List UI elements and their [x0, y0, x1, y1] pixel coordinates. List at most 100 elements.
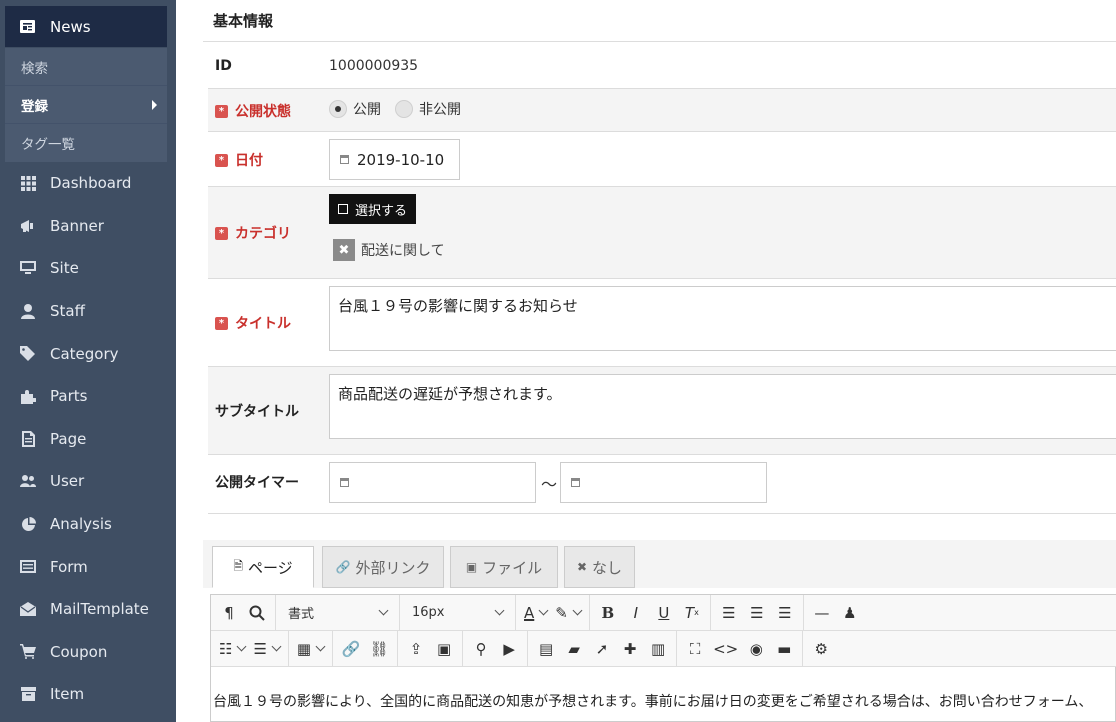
- align-center-icon[interactable]: ☰: [743, 599, 771, 627]
- date-input[interactable]: 2019-10-10: [329, 139, 460, 180]
- toolbar-group: 16px: [400, 594, 516, 631]
- highlight-color-icon[interactable]: ✎: [551, 599, 585, 627]
- category-label-text: カテゴリ: [235, 226, 291, 242]
- code-icon[interactable]: <>: [709, 635, 742, 663]
- nav-label: MailTemplate: [50, 600, 149, 619]
- nav-item-analysis[interactable]: Analysis: [0, 503, 176, 546]
- book-icon[interactable]: ▰: [560, 635, 588, 663]
- nav-label: Item: [50, 685, 85, 704]
- nav-label: User: [50, 472, 85, 491]
- format-label: 書式: [288, 607, 315, 622]
- nav-label: Page: [50, 429, 87, 448]
- subnav-tag-list[interactable]: タグ一覧: [5, 124, 167, 162]
- nav-item-staff[interactable]: Staff: [0, 290, 176, 333]
- nav-item-banner[interactable]: Banner: [0, 205, 176, 248]
- tab-none[interactable]: ✖ なし: [564, 546, 635, 588]
- row-title: * タイトル 台風１９号の影響に関するお知らせ: [208, 279, 1116, 367]
- search-icon[interactable]: [243, 599, 271, 627]
- align-right-icon[interactable]: ☰: [771, 599, 799, 627]
- radio-dot[interactable]: [329, 100, 347, 118]
- row-date: * 日付 2019-10-10: [208, 132, 1116, 187]
- chevron-down-icon: [538, 605, 549, 616]
- monitor-icon: [20, 260, 36, 276]
- nav-item-coupon[interactable]: Coupon: [0, 631, 176, 674]
- nav-item-page[interactable]: Page: [0, 418, 176, 461]
- close-icon: ✖: [576, 560, 588, 574]
- stamp-icon[interactable]: ♟: [836, 599, 864, 627]
- print-icon[interactable]: ▬: [770, 635, 798, 663]
- radio-private[interactable]: 非公開: [395, 99, 461, 119]
- date-label-text: 日付: [235, 153, 263, 169]
- radio-public[interactable]: 公開: [329, 99, 381, 119]
- nav-label: Banner: [50, 216, 104, 235]
- subnav-register[interactable]: 登録: [5, 86, 167, 124]
- preview-eye-icon[interactable]: ◉: [742, 635, 770, 663]
- unlink-icon[interactable]: ⛓: [365, 635, 393, 663]
- italic-icon[interactable]: I: [622, 599, 650, 627]
- id-value: 1000000935: [329, 58, 419, 74]
- nav-item-category[interactable]: Category: [0, 332, 176, 375]
- status-radio-group: 公開 非公開: [329, 99, 475, 119]
- bullet-list-icon[interactable]: ☷: [215, 635, 249, 663]
- nav-item-site[interactable]: Site: [0, 247, 176, 290]
- clear-format-icon[interactable]: Tx: [678, 599, 706, 627]
- nav-item-parts[interactable]: Parts: [0, 375, 176, 418]
- format-dropdown[interactable]: 書式: [280, 599, 395, 627]
- subnav-search[interactable]: 検索: [5, 48, 167, 86]
- section-title: 基本情報: [203, 0, 1116, 42]
- font-size-dropdown[interactable]: 16px: [404, 599, 511, 627]
- nav-item-dashboard[interactable]: Dashboard: [0, 162, 176, 205]
- underline-icon[interactable]: U: [650, 599, 678, 627]
- form-icon: [20, 559, 36, 575]
- youtube-icon[interactable]: ▶: [495, 635, 523, 663]
- subtitle-input[interactable]: 商品配送の遅延が予想されます。: [329, 374, 1116, 439]
- gear-icon[interactable]: ⚙: [807, 635, 835, 663]
- cart-icon: [20, 644, 36, 660]
- radio-dot[interactable]: [395, 100, 413, 118]
- remove-icon[interactable]: ✖: [333, 239, 355, 261]
- toolbar-group: ☰ ☰ ☰: [711, 594, 804, 631]
- paragraph-icon[interactable]: ¶: [215, 599, 243, 627]
- nav-item-news[interactable]: News: [5, 6, 167, 47]
- tab-external-link[interactable]: 🔗 外部リンク: [322, 546, 444, 588]
- date-value: 2019-10-10: [357, 150, 445, 169]
- image-icon[interactable]: ▣: [430, 635, 458, 663]
- timer-start-input[interactable]: [329, 462, 536, 503]
- tab-page[interactable]: 🗎 ページ: [212, 546, 314, 588]
- fullscreen-icon[interactable]: ⛶: [681, 635, 709, 663]
- chevron-down-icon: [572, 605, 583, 616]
- nav-news-label: News: [50, 17, 91, 36]
- text-color-icon[interactable]: A: [520, 599, 551, 627]
- horizontal-rule-icon[interactable]: —: [808, 599, 836, 627]
- tab-file[interactable]: ▣ ファイル: [450, 546, 558, 588]
- align-left-icon[interactable]: ☰: [715, 599, 743, 627]
- upload-icon[interactable]: ⇪: [402, 635, 430, 663]
- users-icon: [20, 473, 36, 489]
- nav-item-item[interactable]: Item: [0, 673, 176, 716]
- link-icon[interactable]: 🔗: [337, 635, 365, 663]
- document-icon[interactable]: ▥: [644, 635, 672, 663]
- nav-item-mailtemplate[interactable]: MailTemplate: [0, 588, 176, 631]
- pie-chart-icon: [20, 516, 36, 532]
- tab-label: 外部リンク: [355, 558, 431, 577]
- title-input[interactable]: 台風１９号の影響に関するお知らせ: [329, 286, 1116, 351]
- timer-end-input[interactable]: [560, 462, 767, 503]
- editor-content[interactable]: 台風１９号の影響により、全国的に商品配送の知恵が予想されます。事前にお届け日の変…: [211, 691, 1092, 711]
- puzzle-icon[interactable]: ✚: [616, 635, 644, 663]
- numbered-list-icon[interactable]: ☰: [249, 635, 283, 663]
- subnav-label: タグ一覧: [21, 137, 75, 153]
- nav-label: Dashboard: [50, 174, 132, 193]
- toolbar-group: ⚙: [803, 631, 839, 667]
- map-marker-icon[interactable]: ⚲: [467, 635, 495, 663]
- status-label: * 公開状態: [215, 101, 291, 121]
- toolbar-group: 書式: [276, 594, 400, 631]
- cursor-icon[interactable]: ➚: [588, 635, 616, 663]
- nav-item-form[interactable]: Form: [0, 545, 176, 588]
- nav-item-user[interactable]: User: [0, 460, 176, 503]
- file-icon[interactable]: ▤: [532, 635, 560, 663]
- table-icon[interactable]: ▦: [293, 635, 328, 663]
- bold-icon[interactable]: B: [594, 599, 622, 627]
- toolbar-group: ▦: [289, 630, 334, 667]
- editor-toolbar-row-2: ☷ ☰ ▦ 🔗 ⛓ ⇪ ▣ ⚲ ▶ ▤ ▰ ➚ ✚ ▥ ⛶ <> ◉ ▬ ⚙: [211, 630, 1116, 667]
- select-category-button[interactable]: 選択する: [329, 194, 417, 224]
